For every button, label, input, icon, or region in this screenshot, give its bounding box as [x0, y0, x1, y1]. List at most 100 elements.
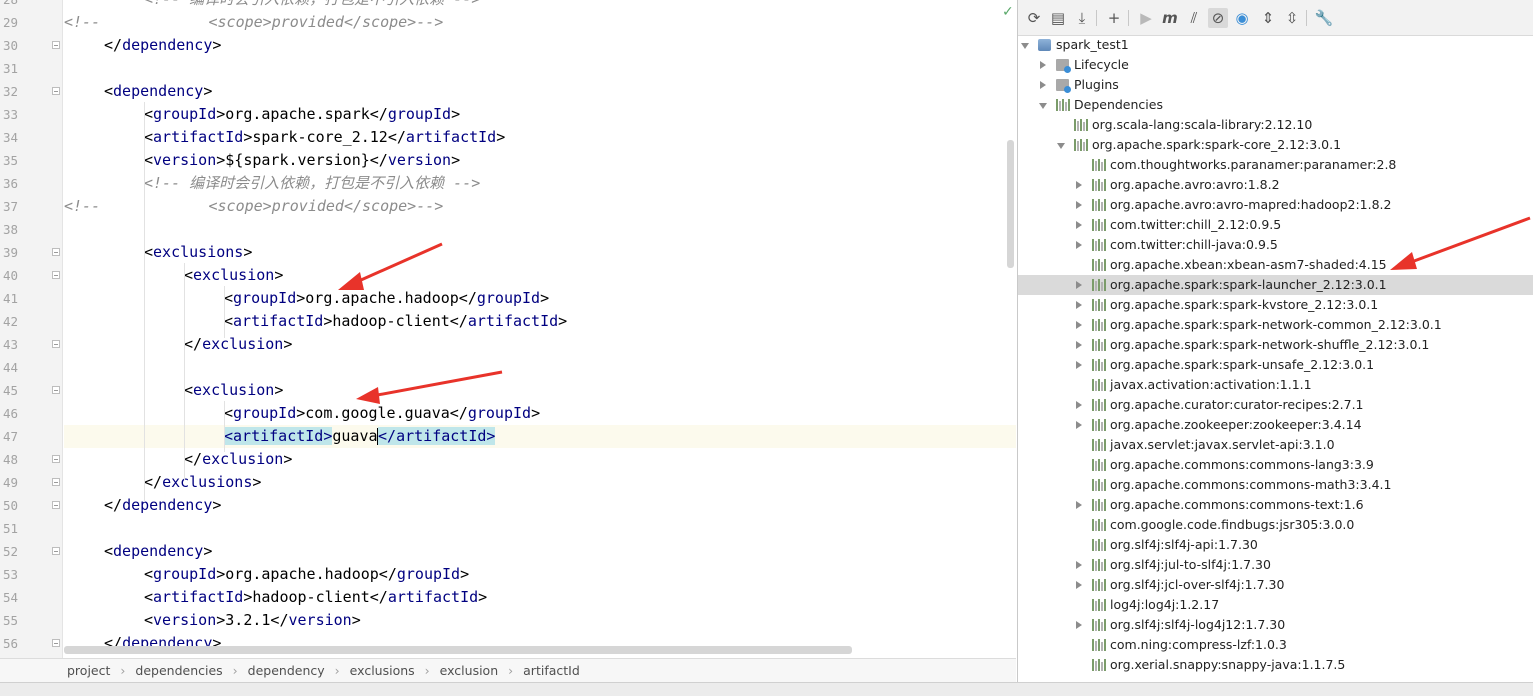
code-line[interactable]: <exclusions> [64, 241, 1016, 264]
collapsed-arrow-icon[interactable] [1076, 501, 1082, 509]
settings-wrench-icon[interactable]: 🔧 [1314, 8, 1334, 28]
tree-item[interactable]: com.twitter:chill-java:0.9.5 [1018, 235, 1533, 255]
code-line[interactable]: <exclusion> [64, 264, 1016, 287]
code-line[interactable] [64, 218, 1016, 241]
code-line[interactable] [64, 517, 1016, 540]
collapsed-arrow-icon[interactable] [1076, 621, 1082, 629]
fold-marker-icon[interactable] [52, 340, 60, 348]
tree-item[interactable]: com.google.code.findbugs:jsr305:3.0.0 [1018, 515, 1533, 535]
tree-item[interactable]: org.slf4j:jcl-over-slf4j:1.7.30 [1018, 575, 1533, 595]
fold-marker-icon[interactable] [52, 87, 60, 95]
collapsed-arrow-icon[interactable] [1076, 401, 1082, 409]
fold-marker-icon[interactable] [52, 386, 60, 394]
code-line[interactable]: </exclusion> [64, 448, 1016, 471]
fold-marker-icon[interactable] [52, 271, 60, 279]
tree-item[interactable]: Dependencies [1018, 95, 1533, 115]
code-line[interactable]: </dependency> [64, 34, 1016, 57]
code-line[interactable]: <artifactId>hadoop-client</artifactId> [64, 586, 1016, 609]
expanded-arrow-icon[interactable] [1021, 43, 1029, 49]
skip-tests-icon[interactable]: ⊘ [1208, 8, 1228, 28]
code-line[interactable]: <!-- <scope>provided</scope>--> [64, 195, 1016, 218]
collapsed-arrow-icon[interactable] [1076, 181, 1082, 189]
collapsed-arrow-icon[interactable] [1076, 341, 1082, 349]
tree-item[interactable]: javax.activation:activation:1.1.1 [1018, 375, 1533, 395]
code-line[interactable]: <groupId>com.google.guava</groupId> [64, 402, 1016, 425]
tree-item[interactable]: javax.servlet:javax.servlet-api:3.1.0 [1018, 435, 1533, 455]
tree-item[interactable]: com.thoughtworks.paranamer:paranamer:2.8 [1018, 155, 1533, 175]
tree-item[interactable]: org.apache.spark:spark-network-shuffle_2… [1018, 335, 1533, 355]
run-icon[interactable]: ▶ [1136, 8, 1156, 28]
code-line[interactable]: <!-- <scope>provided</scope>--> [64, 11, 1016, 34]
tree-item[interactable]: org.slf4j:slf4j-api:1.7.30 [1018, 535, 1533, 555]
breadcrumb-item-artifactid[interactable]: artifactId [523, 663, 580, 678]
toggle-offline-icon[interactable]: ⫽ [1184, 8, 1204, 28]
show-dependencies-icon[interactable]: ◉ [1232, 8, 1252, 28]
code-line[interactable]: </exclusion> [64, 333, 1016, 356]
fold-marker-icon[interactable] [52, 455, 60, 463]
tree-item[interactable]: org.apache.avro:avro-mapred:hadoop2:1.8.… [1018, 195, 1533, 215]
tree-item[interactable]: log4j:log4j:1.2.17 [1018, 595, 1533, 615]
tree-item-selected[interactable]: org.apache.spark:spark-launcher_2.12:3.0… [1018, 275, 1533, 295]
code-line[interactable]: <!-- 编译时会引入依赖，打包是不引入依赖 --> [64, 0, 1016, 11]
code-line[interactable]: <groupId>org.apache.spark</groupId> [64, 103, 1016, 126]
fold-marker-icon[interactable] [52, 501, 60, 509]
code-line[interactable]: <artifactId>spark-core_2.12</artifactId> [64, 126, 1016, 149]
expanded-arrow-icon[interactable] [1057, 143, 1065, 149]
code-line[interactable]: </dependency> [64, 494, 1016, 517]
current-code-line[interactable]: <artifactId>guava</artifactId> [64, 425, 1016, 448]
horizontal-scrollbar[interactable] [64, 646, 852, 654]
tree-item[interactable]: org.slf4j:jul-to-slf4j:1.7.30 [1018, 555, 1533, 575]
collapsed-arrow-icon[interactable] [1076, 221, 1082, 229]
reimport-icon[interactable]: ⟳ [1024, 8, 1044, 28]
generate-sources-icon[interactable]: ▤ [1048, 8, 1068, 28]
tree-item[interactable]: org.scala-lang:scala-library:2.12.10 [1018, 115, 1533, 135]
breadcrumb-item-dependencies[interactable]: dependencies [135, 663, 222, 678]
fold-marker-icon[interactable] [52, 248, 60, 256]
collapsed-arrow-icon[interactable] [1076, 581, 1082, 589]
tree-item[interactable]: org.apache.spark:spark-network-common_2.… [1018, 315, 1533, 335]
tree-item[interactable]: org.apache.avro:avro:1.8.2 [1018, 175, 1533, 195]
code-line[interactable]: <dependency> [64, 80, 1016, 103]
collapsed-arrow-icon[interactable] [1076, 421, 1082, 429]
tree-item[interactable]: org.apache.spark:spark-core_2.12:3.0.1 [1018, 135, 1533, 155]
collapsed-arrow-icon[interactable] [1076, 301, 1082, 309]
line-number-gutter[interactable]: 28 29 30 31 32 33 34 35 36 37 38 39 40 41 42 43 44 45 46 47… [0, 0, 63, 658]
tree-item[interactable]: org.apache.spark:spark-unsafe_2.12:3.0.1 [1018, 355, 1533, 375]
code-line[interactable]: </exclusions> [64, 471, 1016, 494]
download-icon[interactable]: ⤓ [1072, 8, 1092, 28]
code-line[interactable]: <groupId>org.apache.hadoop</groupId> [64, 563, 1016, 586]
code-line[interactable] [64, 57, 1016, 80]
collapse-all-icon[interactable]: ⇳ [1282, 8, 1302, 28]
fold-marker-icon[interactable] [52, 639, 60, 647]
collapsed-arrow-icon[interactable] [1076, 321, 1082, 329]
tree-item[interactable]: org.apache.zookeeper:zookeeper:3.4.14 [1018, 415, 1533, 435]
code-line[interactable]: <groupId>org.apache.hadoop</groupId> [64, 287, 1016, 310]
breadcrumb-item-project[interactable]: project [67, 663, 110, 678]
tree-item[interactable]: org.apache.commons:commons-lang3:3.9 [1018, 455, 1533, 475]
collapsed-arrow-icon[interactable] [1040, 81, 1046, 89]
code-line[interactable]: <artifactId>hadoop-client</artifactId> [64, 310, 1016, 333]
breadcrumb-item-dependency[interactable]: dependency [248, 663, 325, 678]
breadcrumb-item-exclusion[interactable]: exclusion [440, 663, 498, 678]
expand-all-icon[interactable]: ⇕ [1258, 8, 1278, 28]
code-line[interactable]: <version>3.2.1</version> [64, 609, 1016, 632]
collapsed-arrow-icon[interactable] [1076, 281, 1082, 289]
tree-item[interactable]: org.apache.xbean:xbean-asm7-shaded:4.15 [1018, 255, 1533, 275]
code-line[interactable]: <version>${spark.version}</version> [64, 149, 1016, 172]
fold-marker-icon[interactable] [52, 547, 60, 555]
collapsed-arrow-icon[interactable] [1076, 201, 1082, 209]
collapsed-arrow-icon[interactable] [1076, 241, 1082, 249]
code-line[interactable]: <exclusion> [64, 379, 1016, 402]
tree-item[interactable]: org.slf4j:slf4j-log4j12:1.7.30 [1018, 615, 1533, 635]
collapsed-arrow-icon[interactable] [1040, 61, 1046, 69]
code-line[interactable]: <dependency> [64, 540, 1016, 563]
tree-item[interactable]: org.apache.spark:spark-kvstore_2.12:3.0.… [1018, 295, 1533, 315]
tree-item[interactable]: org.apache.curator:curator-recipes:2.7.1 [1018, 395, 1533, 415]
fold-marker-icon[interactable] [52, 41, 60, 49]
fold-marker-icon[interactable] [52, 478, 60, 486]
tree-item[interactable]: com.ning:compress-lzf:1.0.3 [1018, 635, 1533, 655]
add-icon[interactable]: + [1104, 8, 1124, 28]
tree-item[interactable]: Lifecycle [1018, 55, 1533, 75]
vertical-scrollbar[interactable] [1007, 140, 1014, 268]
breadcrumb-item-exclusions[interactable]: exclusions [350, 663, 415, 678]
